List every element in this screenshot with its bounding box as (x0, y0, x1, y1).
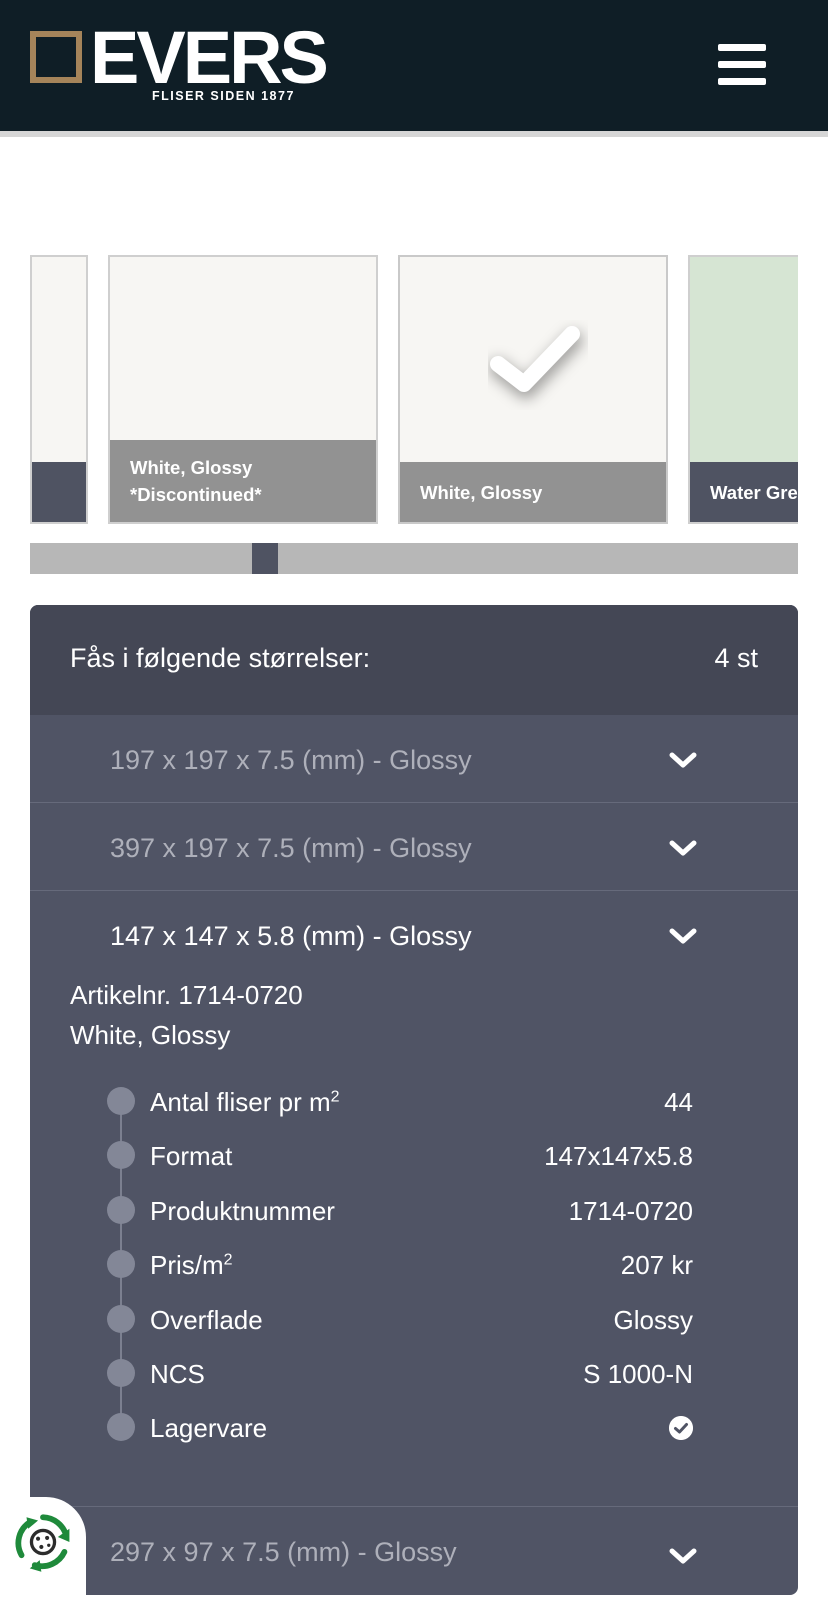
sizes-panel-title: Fås i følgende størrelser: (70, 643, 371, 673)
size-option-row[interactable]: 197 x 197 x 7.5 (mm) - Glossy (30, 715, 798, 803)
spec-label: Produktnummer (150, 1196, 335, 1226)
chevron-down-icon (669, 840, 697, 856)
color-name: White, Glossy (70, 1020, 231, 1050)
spec-bullet (107, 1359, 135, 1387)
spec-row: NCS S 1000-N (30, 1353, 798, 1393)
sizes-count: 4 st (714, 643, 758, 673)
size-option-label: 397 x 197 x 7.5 (mm) - Glossy (110, 833, 472, 863)
chevron-down-icon (669, 752, 697, 768)
spec-label: Pris/m2 (150, 1250, 233, 1280)
spec-value: S 1000-N (583, 1359, 693, 1389)
article-number: Artikelnr. 1714-0720 (70, 980, 303, 1010)
spec-bullet (107, 1413, 135, 1441)
swatch-caption (32, 462, 86, 522)
recycle-icon (15, 1514, 70, 1572)
site-header: EVERS FLISER SIDEN 1877 (0, 0, 828, 131)
sizes-panel: Fås i følgende størrelser: 4 st 197 x 19… (30, 605, 798, 1595)
size-option-label: 147 x 147 x 5.8 (mm) - Glossy (110, 921, 472, 951)
spec-value: 207 kr (620, 1250, 693, 1280)
spec-value: 44 (664, 1087, 693, 1117)
check-circle-icon (669, 1416, 693, 1440)
spec-value: 1714-0720 (568, 1196, 693, 1226)
spec-label: Format (150, 1141, 233, 1171)
logo-square-icon (30, 31, 82, 83)
color-swatch-partial[interactable] (30, 255, 88, 524)
chevron-down-icon (669, 1548, 697, 1564)
size-option-row-expanded[interactable]: 147 x 147 x 5.8 (mm) - Glossy (30, 891, 798, 978)
spec-value: Glossy (613, 1305, 693, 1335)
color-swatch-white-glossy-discontinued[interactable]: White, Glossy *Discontinued* (108, 255, 378, 524)
spec-bullet (107, 1250, 135, 1278)
sizes-panel-header: Fås i følgende størrelser: 4 st (30, 605, 798, 715)
swatch-caption: Water Gre (690, 462, 798, 522)
spec-row: Overflade Glossy (30, 1299, 798, 1339)
swatch-caption: White, Glossy *Discontinued* (110, 440, 376, 522)
spec-row: Produktnummer 1714-0720 (30, 1190, 798, 1230)
spec-label: Lagervare (150, 1413, 268, 1443)
swatch-sublabel: *Discontinued* (130, 484, 262, 505)
spec-bullet (107, 1305, 135, 1333)
logo-tagline: FLISER SIDEN 1877 (152, 89, 295, 103)
spec-value: 147x147x5.8 (544, 1141, 693, 1171)
swatch-label: White, Glossy (130, 457, 253, 478)
spec-bullet (107, 1196, 135, 1224)
spec-label: NCS (150, 1359, 205, 1389)
spec-bullet (107, 1087, 135, 1115)
spec-label: Overflade (150, 1305, 263, 1335)
size-option-label: 297 x 97 x 7.5 (mm) - Glossy (110, 1537, 457, 1567)
carousel-scrollbar-thumb[interactable] (252, 543, 278, 574)
spec-row: Lagervare (30, 1407, 798, 1447)
selected-check-icon (489, 326, 583, 399)
spec-label: Antal fliser pr m2 (150, 1087, 340, 1117)
bottom-notch (331, 1596, 451, 1604)
spec-row: Format 147x147x5.8 (30, 1135, 798, 1175)
size-option-label: 197 x 197 x 7.5 (mm) - Glossy (110, 745, 472, 775)
size-option-row[interactable]: 397 x 197 x 7.5 (mm) - Glossy (30, 803, 798, 891)
swatch-caption: White, Glossy (400, 462, 666, 522)
carousel-scrollbar-track[interactable] (30, 543, 798, 574)
recycle-badge-button[interactable] (0, 1497, 86, 1604)
logo-wordmark[interactable]: EVERS (90, 18, 329, 98)
spec-row: Antal fliser pr m2 44 (30, 1081, 798, 1121)
swatch-label: Water Gre (710, 481, 798, 503)
spec-bullet (107, 1141, 135, 1169)
header-divider (0, 131, 828, 137)
spec-row: Pris/m2 207 kr (30, 1244, 798, 1284)
size-option-row[interactable]: 297 x 97 x 7.5 (mm) - Glossy (30, 1506, 798, 1595)
color-swatch-water-green[interactable]: Water Gre (688, 255, 798, 524)
swatch-label: White, Glossy (420, 481, 543, 503)
chevron-down-icon (669, 928, 697, 944)
hamburger-menu-icon[interactable] (718, 44, 768, 86)
